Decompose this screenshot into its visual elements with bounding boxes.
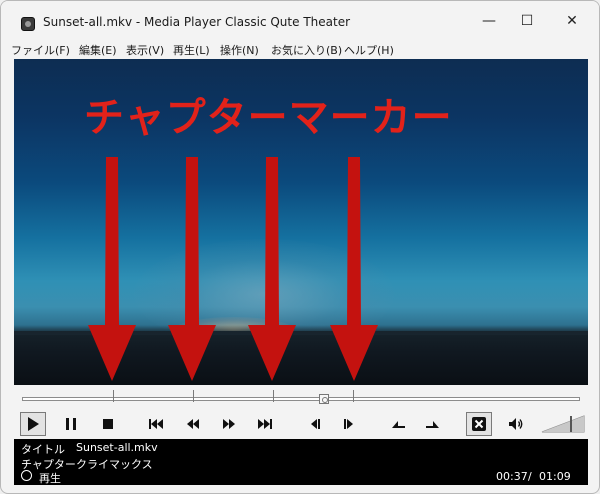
arrow-down-icon	[88, 157, 136, 381]
fast-forward-button[interactable]	[216, 412, 242, 436]
playback-state: 再生	[39, 472, 61, 485]
chapter-mark[interactable]	[193, 390, 194, 402]
speed-up-button[interactable]	[420, 412, 446, 436]
chapter-mark[interactable]	[353, 390, 354, 402]
chapter-marker-caption: チャプターマーカー	[84, 95, 453, 141]
playback-toolbar	[14, 409, 588, 439]
chapter-value: クライマックス	[76, 458, 153, 471]
skip-back-icon	[149, 419, 163, 429]
current-time: 00:37	[496, 470, 528, 483]
play-icon	[28, 417, 39, 431]
time-separator: /	[528, 470, 532, 483]
speed-down-button[interactable]	[385, 412, 411, 436]
frame-forward-button[interactable]	[336, 412, 362, 436]
title-label: タイトル	[21, 443, 65, 456]
arrow-down-icon	[168, 157, 216, 381]
menu-view[interactable]: 表示(V)	[126, 42, 164, 58]
skip-forward-icon	[258, 419, 272, 429]
app-icon	[21, 17, 35, 31]
menu-bar: ファイル(F) 編集(E) 表示(V) 再生(L) 操作(N) お気に入り(B)…	[1, 39, 599, 59]
menu-favorites[interactable]: お気に入り(B)	[271, 42, 342, 58]
rewind-icon	[187, 419, 199, 429]
frame-back-button[interactable]	[302, 412, 328, 436]
menu-edit[interactable]: 編集(E)	[79, 42, 117, 58]
audio-mute-toggle-icon	[472, 417, 486, 431]
audio-toggle-button[interactable]	[466, 412, 492, 436]
maximize-button[interactable]: ☐	[505, 7, 549, 35]
chapter-mark[interactable]	[273, 390, 274, 402]
rewind-button[interactable]	[180, 412, 206, 436]
player-window: Sunset-all.mkv - Media Player Classic Qu…	[0, 0, 600, 494]
volume-slider[interactable]	[541, 415, 585, 433]
menu-navigate[interactable]: 操作(N)	[220, 42, 259, 58]
menu-play[interactable]: 再生(L)	[173, 42, 210, 58]
stop-icon	[103, 419, 113, 429]
fast-forward-icon	[223, 419, 235, 429]
arrow-down-icon	[248, 157, 296, 381]
title-value: Sunset-all.mkv	[76, 441, 158, 454]
arrow-down-icon	[330, 157, 378, 381]
pause-button[interactable]	[58, 412, 84, 436]
title-bar[interactable]: Sunset-all.mkv - Media Player Classic Qu…	[1, 1, 599, 39]
speed-down-icon	[392, 421, 405, 428]
chapter-mark[interactable]	[113, 390, 114, 402]
seek-bar[interactable]	[14, 385, 588, 409]
speed-up-icon	[426, 421, 439, 428]
frame-forward-icon	[344, 419, 353, 429]
play-button[interactable]	[20, 412, 46, 436]
seek-thumb[interactable]	[319, 394, 329, 404]
frame-back-icon	[311, 419, 320, 429]
speaker-icon	[509, 418, 523, 430]
next-button[interactable]	[252, 412, 278, 436]
total-time: 01:09	[539, 470, 571, 483]
stop-button[interactable]	[95, 412, 121, 436]
close-button[interactable]: ✕	[550, 7, 594, 35]
previous-button[interactable]	[143, 412, 169, 436]
video-area[interactable]: チャプターマーカー	[14, 59, 588, 385]
window-title: Sunset-all.mkv - Media Player Classic Qu…	[43, 15, 351, 29]
seek-track[interactable]	[22, 397, 580, 401]
status-circle-icon	[21, 470, 32, 481]
menu-file[interactable]: ファイル(F)	[11, 42, 70, 58]
status-panel: タイトル Sunset-all.mkv チャプター クライマックス 再生 00:…	[14, 439, 588, 485]
speaker-button[interactable]	[503, 412, 529, 436]
volume-thumb[interactable]	[570, 416, 572, 432]
pause-icon	[66, 418, 76, 430]
menu-help[interactable]: ヘルプ(H)	[344, 42, 394, 58]
